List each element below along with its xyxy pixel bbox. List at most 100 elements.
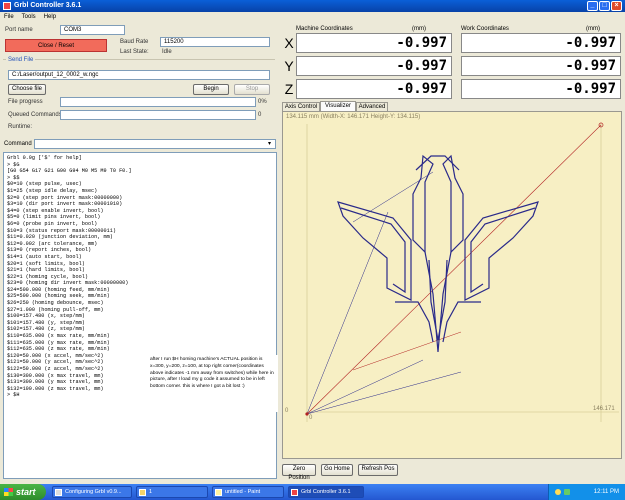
console-line: > $G <box>7 161 20 168</box>
console-line: $21=1 (hard limits, bool) <box>7 267 85 274</box>
travel-line <box>352 171 434 223</box>
taskbar-item-grbl[interactable]: Grbl Controller 3.6.1 <box>288 486 364 498</box>
menu-help[interactable]: Help <box>40 12 60 22</box>
menu-tools[interactable]: Tools <box>18 12 40 22</box>
baud-select[interactable]: 115200 <box>160 37 270 47</box>
origin-label: 0 <box>285 408 289 414</box>
taskbar-item-paint[interactable]: untitled - Paint <box>212 486 284 498</box>
menu-bar: File Tools Help <box>0 12 625 22</box>
go-home-button[interactable]: Go Home <box>321 464 353 476</box>
console-line: $4=0 (step enable invert, bool) <box>7 207 104 214</box>
file-progress-label: File progress <box>8 99 43 105</box>
windows-logo-icon <box>4 488 13 496</box>
machine-coordinates-label: Machine Coordinates <box>296 26 353 32</box>
state-label: Last State: <box>120 49 149 55</box>
menu-file[interactable]: File <box>0 12 18 22</box>
console-line: $26=250 (homing debounce, msec) <box>7 300 104 307</box>
taskbar-item-label: 1 <box>149 489 153 495</box>
system-tray: 12:11 PM <box>548 484 625 500</box>
console-line: $1=25 (step idle delay, msec) <box>7 187 98 194</box>
choose-file-button[interactable]: Choose file <box>8 84 46 95</box>
command-input[interactable] <box>34 139 276 149</box>
console-line: $24=500.000 (homing feed, mm/min) <box>7 286 110 293</box>
console-line: $111=635.000 (y max rate, mm/min) <box>7 339 110 346</box>
port-select[interactable]: COM3 <box>60 25 125 35</box>
toolpath-shape <box>337 154 539 353</box>
send-divider <box>3 59 275 60</box>
console-output[interactable]: Grbl 0.9g ['$' for help] > $G [G0 G54 G17 … <box>3 152 277 479</box>
window-title: Grbl Controller 3.6.1 <box>14 2 82 9</box>
console-line: $6=0 (probe pin invert, bool) <box>7 220 98 227</box>
taskbar-item-label: untitled - Paint <box>225 489 261 495</box>
console-line: $100=157.480 (x, step/mm) <box>7 313 85 320</box>
toolpath-canvas <box>305 122 619 422</box>
close-reset-button[interactable]: Close / Reset <box>5 39 107 52</box>
console-line: > $$ <box>7 174 20 181</box>
console-line: $5=0 (limit pins invert, bool) <box>7 214 101 221</box>
console-line: $20=1 (soft limits, bool) <box>7 260 85 267</box>
paint-icon <box>215 489 222 496</box>
console-line: $13=0 (report inches, bool) <box>7 247 92 254</box>
console-line: $23=0 (homing dir invert mask:00000000) <box>7 280 129 287</box>
console-line: $2=0 (step port invert mask:00000000) <box>7 194 123 201</box>
x-max-label: 146.171 <box>593 406 615 412</box>
minimize-button[interactable]: _ <box>587 1 598 11</box>
tray-icon[interactable] <box>564 489 570 495</box>
work-unit-label: (mm) <box>586 26 600 32</box>
chevron-down-icon[interactable]: ▾ <box>268 140 271 147</box>
console-line: $27=1.000 (homing pull-off, mm) <box>7 306 104 313</box>
console-line: $0=10 (step pulse, usec) <box>7 181 82 188</box>
work-z-value: -0.997 <box>461 79 621 99</box>
work-coordinates-label: Work Coordinates <box>461 26 509 32</box>
maximize-button[interactable]: □ <box>599 1 610 11</box>
console-line: $3=10 (dir port invert mask:00001010) <box>7 201 123 208</box>
console-line: $12=0.002 (arc tolerance, mm) <box>7 240 98 247</box>
travel-line <box>306 211 389 415</box>
refresh-pos-button[interactable]: Refresh Pos <box>358 464 398 476</box>
machine-y-value: -0.997 <box>296 56 452 76</box>
queued-commands-bar <box>60 110 256 120</box>
console-line: $11=0.020 (junction deviation, mm) <box>7 234 113 241</box>
console-line: $102=157.480 (z, step/mm) <box>7 326 85 333</box>
annotation-note: after I run $H homing machine's ACTUAL p… <box>147 355 278 412</box>
file-progress-value: 0% <box>258 99 267 105</box>
stop-button[interactable]: Stop <box>234 84 270 95</box>
work-y-value: -0.997 <box>461 56 621 76</box>
runtime-label: Runtime: <box>8 124 33 130</box>
console-line: Grbl 0.9g ['$' for help] <box>7 155 82 161</box>
start-button[interactable]: start <box>0 484 46 500</box>
port-label: Port name <box>5 27 33 33</box>
folder-icon <box>139 489 146 496</box>
taskbar-item-label: Configuring Grbl v0.9... <box>65 489 122 495</box>
file-path-field[interactable]: C:/Laser/output_12_0002_w.ngc <box>8 70 270 80</box>
browser-icon <box>55 489 62 496</box>
taskbar-item-label: Grbl Controller 3.6.1 <box>301 489 351 495</box>
rapid-move-line <box>352 331 462 371</box>
baud-label: Baud Rate <box>120 39 149 45</box>
origin-label-bottom: 0 <box>309 415 313 421</box>
title-bar: Grbl Controller 3.6.1 _ □ × <box>0 0 625 12</box>
close-button[interactable]: × <box>611 1 622 11</box>
axis-z-label: Z <box>284 81 294 97</box>
taskbar-item-browser[interactable]: Configuring Grbl v0.9... <box>52 486 132 498</box>
begin-button[interactable]: Begin <box>193 84 229 95</box>
taskbar-item-folder[interactable]: 1 <box>136 486 208 498</box>
state-value: Idle <box>162 49 172 55</box>
queued-commands-label: Queued Commands <box>8 112 62 118</box>
file-progress-bar <box>60 97 256 107</box>
console-line: $10=3 (status report mask:00000011) <box>7 227 116 234</box>
axis-y-label: Y <box>284 58 294 74</box>
console-line: $112=635.000 (z max rate, mm/min) <box>7 346 110 353</box>
clock: 12:11 PM <box>593 489 619 495</box>
tray-icon[interactable] <box>555 489 561 495</box>
console-line: $101=157.480 (y, step/mm) <box>7 319 85 326</box>
zero-position-button[interactable]: Zero Position <box>282 464 316 481</box>
console-line: $110=635.000 (x max rate, mm/min) <box>7 333 110 340</box>
rapid-move-line <box>306 124 602 415</box>
machine-unit-label: (mm) <box>412 26 426 32</box>
start-label: start <box>16 487 36 497</box>
app-icon <box>3 2 11 10</box>
visualizer-panel[interactable]: 134.115 mm (Width-X: 146.171 Height-Y: 1… <box>282 111 622 459</box>
machine-z-value: -0.997 <box>296 79 452 99</box>
console-line: $25=500.000 (homing seek, mm/min) <box>7 293 110 300</box>
